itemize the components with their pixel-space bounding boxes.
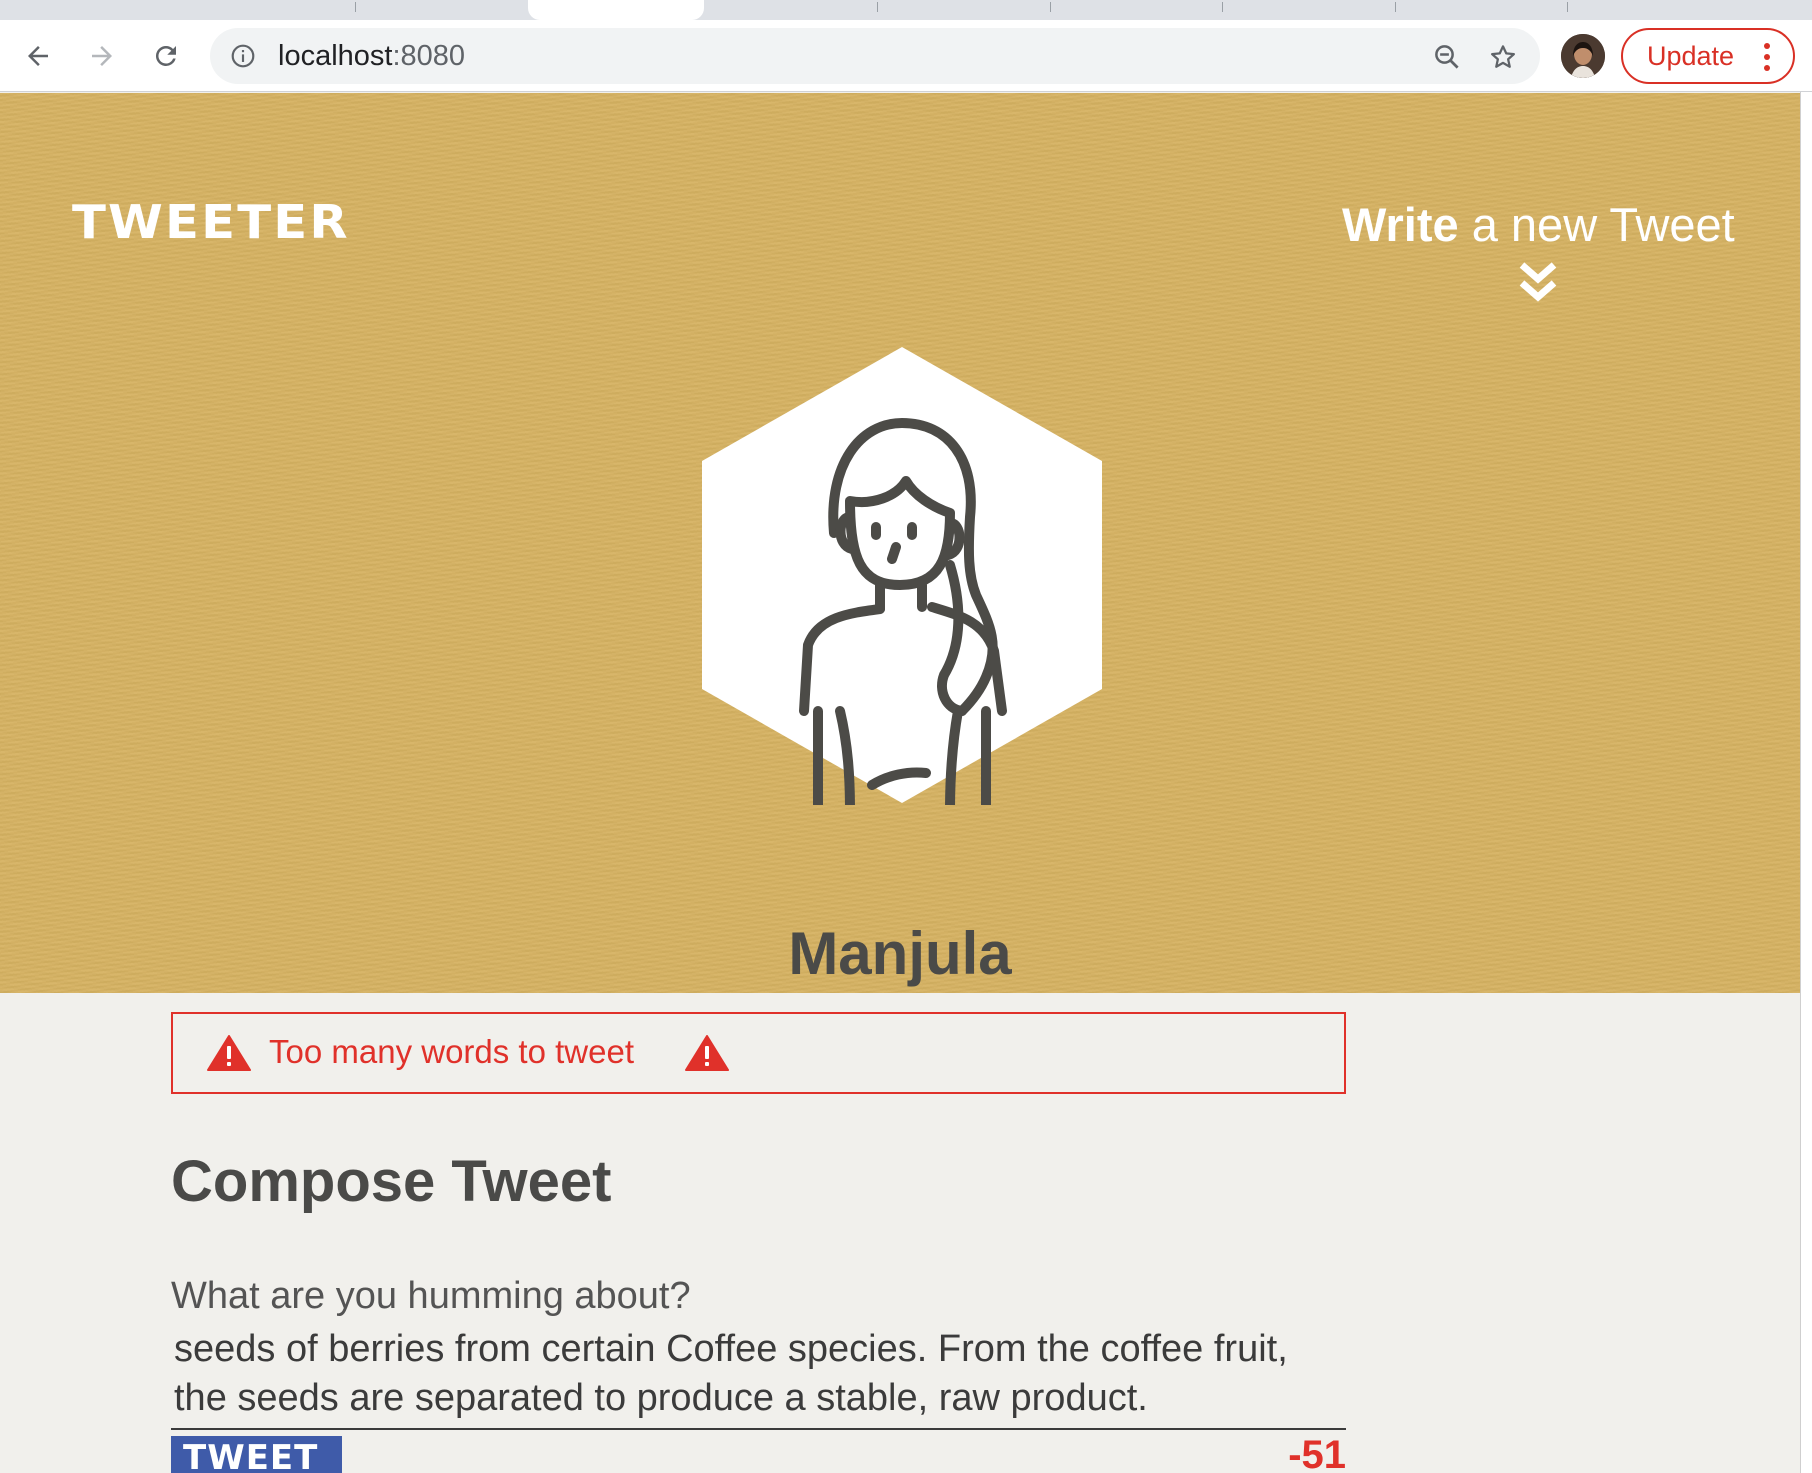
hexagon-frame [702,347,1102,803]
tab-separator [1222,2,1223,12]
url-host: localhost [278,40,393,72]
tab-separator [1395,2,1396,12]
zoom-out-icon[interactable] [1432,42,1462,72]
reload-icon [155,45,176,66]
compose-tweet-heading: Compose Tweet [171,1149,612,1214]
url-text: localhost:8080 [278,40,465,73]
profile-photo-icon [1561,34,1605,78]
write-new-tweet-link[interactable]: Write a new Tweet [1342,197,1735,252]
kebab-menu-icon[interactable] [1763,42,1771,72]
tab-separator [1050,2,1051,12]
tweet-input-label: What are you humming about? [171,1275,691,1317]
warning-icon [207,1035,251,1071]
user-avatar [702,347,1102,805]
error-message-box: Too many words to tweet [171,1012,1346,1094]
user-name: Manjula [788,920,1012,987]
double-chevron-down-icon[interactable] [1518,261,1558,305]
site-logo[interactable]: TWEETER [72,195,350,249]
update-button-label: Update [1647,41,1735,71]
back-button[interactable] [16,34,60,78]
address-bar[interactable]: localhost:8080 [210,28,1540,84]
active-browser-tab[interactable] [528,0,704,20]
info-icon[interactable] [230,43,256,69]
star-icon[interactable] [1488,42,1518,72]
profile-header: TWEETER Write a new Tweet Manjula [0,93,1800,993]
write-link-bold: Write [1342,198,1459,251]
forward-button[interactable] [80,34,124,78]
textarea-underline [171,1428,1346,1430]
tab-separator [355,2,356,12]
tab-separator [1567,2,1568,12]
browser-tab-strip [0,0,1812,20]
profile-avatar[interactable] [1561,34,1605,78]
scrollbar-track[interactable] [1800,92,1812,1473]
url-port: :8080 [392,40,466,72]
tweet-button-label: TWEET [183,1438,319,1473]
browser-toolbar: localhost:8080 Update [0,20,1812,92]
arrow-right-icon [92,46,112,66]
tweet-textarea[interactable]: seeds of berries from certain Coffee spe… [174,1325,1344,1423]
warning-icon [685,1035,729,1071]
reload-button[interactable] [144,34,188,78]
error-message-text: Too many words to tweet [269,1033,634,1070]
write-link-rest: a new Tweet [1458,198,1735,251]
character-counter: -51 [1288,1433,1346,1473]
tab-separator [877,2,878,12]
arrow-left-icon [28,46,48,66]
tweet-submit-button[interactable]: TWEET [171,1436,342,1473]
update-button[interactable]: Update [1621,28,1795,84]
